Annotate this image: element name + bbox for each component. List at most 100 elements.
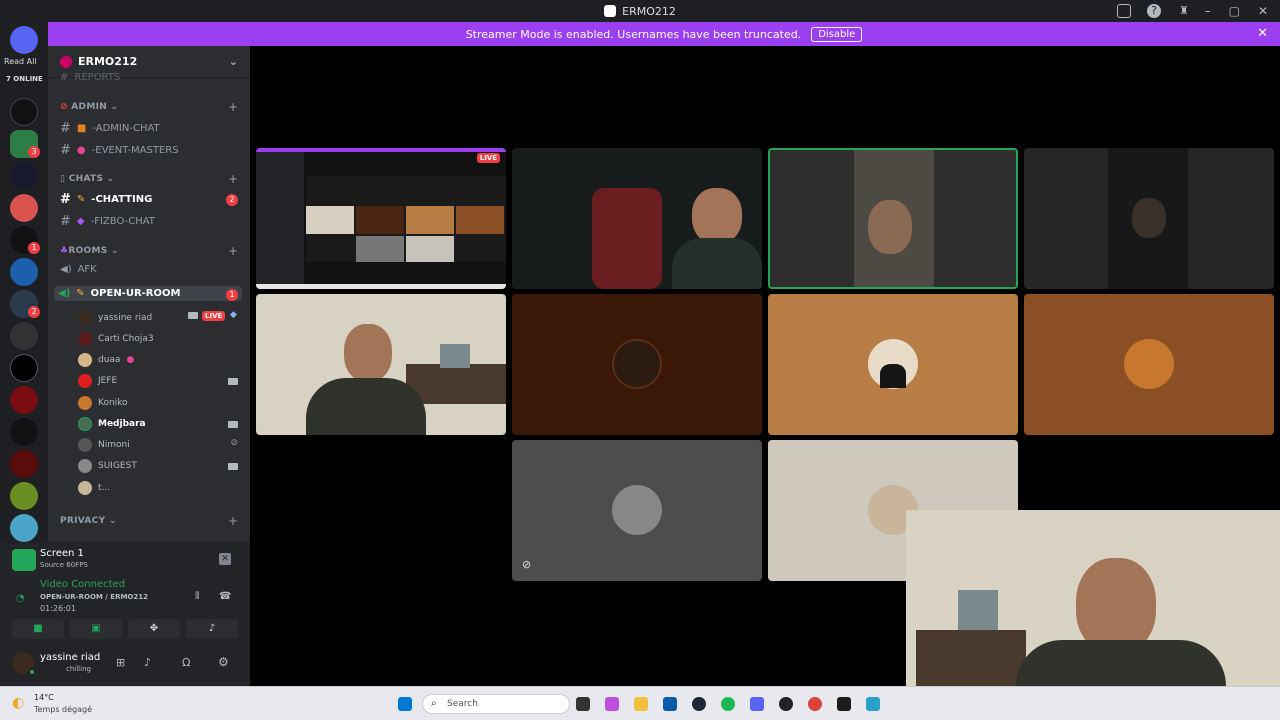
channel-admin-chat[interactable]: # ■ -ADMIN-CHAT <box>60 121 160 136</box>
screen-share-button[interactable]: ▣ <box>70 619 122 639</box>
server-icon-9[interactable] <box>10 354 38 382</box>
activity-icon: ◆ <box>230 310 237 320</box>
shop-icon[interactable]: ♜ <box>1177 4 1191 18</box>
flag-background <box>592 188 662 289</box>
video-tile-webcam[interactable] <box>256 294 506 435</box>
voice-user[interactable]: SUIGEST <box>78 459 137 473</box>
server-icon-11[interactable] <box>10 418 38 446</box>
notepad-icon[interactable] <box>866 697 880 711</box>
category-admin[interactable]: ⊘ ADMIN ⌄ <box>60 102 118 112</box>
stream-thumb <box>406 236 454 262</box>
copilot-icon[interactable] <box>605 697 619 711</box>
voice-user[interactable]: Medjbara <box>78 417 146 431</box>
microphone-icon[interactable]: ♪ <box>144 656 151 669</box>
stream-tile-screen[interactable]: LIVE <box>256 148 506 289</box>
hash-icon: # <box>60 214 71 229</box>
voice-user[interactable]: Koniko <box>78 396 128 410</box>
voice-user-name: Medjbara <box>98 419 146 429</box>
category-rooms[interactable]: ♣ROOMS ⌄ <box>60 246 119 256</box>
server-fizbo-icon[interactable] <box>10 98 38 126</box>
inbox-icon[interactable] <box>1117 4 1131 18</box>
avatar-tile[interactable] <box>1024 294 1274 435</box>
close-banner-icon[interactable]: ✕ <box>1257 26 1268 41</box>
close-window-icon[interactable]: ✕ <box>1258 4 1268 18</box>
taskbar-search[interactable]: ⌕ Search <box>422 694 570 714</box>
server-icon-14[interactable] <box>10 514 38 542</box>
windows-taskbar: ◐ 14°C Temps dégagé ⌕ Search <box>0 686 1280 720</box>
store-icon[interactable] <box>663 697 677 711</box>
spotify-icon[interactable] <box>721 697 735 711</box>
windows-start-icon[interactable] <box>398 697 412 711</box>
person-face <box>344 324 392 382</box>
channel-label: -ADMIN-CHAT <box>92 123 160 134</box>
task-view-icon[interactable] <box>576 697 590 711</box>
voice-user[interactable]: t... <box>78 481 110 495</box>
signal-icon[interactable]: ◔ <box>16 593 25 604</box>
file-explorer-icon[interactable] <box>634 697 648 711</box>
voice-user[interactable]: duaa ● <box>78 353 134 367</box>
channel-event-masters[interactable]: # ● -EVENT-MASTERS <box>60 143 179 158</box>
server-icon-3[interactable] <box>10 162 38 190</box>
speaker-icon: ◀) <box>60 264 72 275</box>
minimize-icon[interactable]: – <box>1205 4 1211 18</box>
channel-label: OPEN-UR-ROOM <box>90 288 181 299</box>
lips-icon: ● <box>126 355 135 365</box>
avatar-tile[interactable] <box>512 294 762 435</box>
steam-icon[interactable] <box>692 697 706 711</box>
category-chats[interactable]: ▯ CHATS ⌄ <box>60 174 115 184</box>
add-channel-icon[interactable]: + <box>228 100 238 114</box>
add-channel-icon[interactable]: + <box>228 244 238 258</box>
server-icon-8[interactable] <box>10 322 38 350</box>
banner-text: Streamer Mode is enabled. Usernames have… <box>465 27 802 41</box>
stop-stream-icon[interactable]: ✕ <box>219 553 231 565</box>
discord-taskbar-icon[interactable] <box>750 697 764 711</box>
add-channel-icon[interactable]: + <box>228 514 238 528</box>
app-icon[interactable] <box>779 697 793 711</box>
video-tile-user[interactable] <box>512 148 762 289</box>
video-tile-dark[interactable] <box>1024 148 1274 289</box>
help-icon[interactable]: ? <box>1147 4 1161 18</box>
voice-user[interactable]: Nimoni <box>78 438 130 452</box>
add-channel-icon[interactable]: + <box>228 172 238 186</box>
server-icon-4[interactable] <box>10 194 38 222</box>
voice-user[interactable]: Carti Choja3 <box>78 332 154 346</box>
channel-emoji-icon: ● <box>76 145 86 156</box>
server-icon-6[interactable] <box>10 258 38 286</box>
noise-suppression-icon[interactable]: ⦀ <box>195 591 199 602</box>
category-label: CHATS <box>68 174 104 184</box>
discord-home-icon[interactable] <box>10 26 38 54</box>
avatar-tile[interactable] <box>768 294 1018 435</box>
avatar-tile[interactable]: ⊘ <box>512 440 762 581</box>
server-icon-13[interactable] <box>10 482 38 510</box>
xbox-icon[interactable] <box>837 697 851 711</box>
channel-fizbo-chat[interactable]: # ◆ -FIZBO-CHAT <box>60 214 155 229</box>
camera-button[interactable]: ■ <box>12 619 64 639</box>
disconnect-icon[interactable]: ☎ <box>219 591 231 602</box>
channel-afk[interactable]: ◀) AFK <box>60 264 97 275</box>
avatar <box>78 396 92 410</box>
activities-button[interactable]: ✥ <box>128 619 180 639</box>
gamepad-icon[interactable]: ⊞ <box>116 656 125 669</box>
channel-reports[interactable]: # REPORTS <box>60 72 120 83</box>
channel-chatting[interactable]: # ✎ -CHATTING <box>60 192 152 207</box>
chrome-icon[interactable] <box>808 697 822 711</box>
server-icon-10[interactable] <box>10 386 38 414</box>
channel-open-ur-room[interactable]: ◀) ✎ OPEN-UR-ROOM <box>54 286 242 301</box>
soundboard-button[interactable]: ♪ <box>186 619 238 639</box>
server-icon-12[interactable] <box>10 450 38 478</box>
chevron-down-icon[interactable]: ⌄ <box>229 55 238 68</box>
speaker-icon: ◀) <box>58 288 71 299</box>
settings-gear-icon[interactable]: ⚙ <box>218 655 229 669</box>
voice-user-name: SUIGEST <box>98 461 137 471</box>
maximize-icon[interactable]: ▢ <box>1229 4 1240 18</box>
weather-icon[interactable]: ◐ <box>12 695 24 711</box>
category-privacy[interactable]: PRIVACY ⌄ <box>60 516 117 526</box>
headphones-icon[interactable]: Ω <box>182 656 190 669</box>
video-tile-speaking[interactable] <box>768 148 1018 289</box>
stream-title: Screen 1 <box>40 548 84 559</box>
voice-user[interactable]: JEFE <box>78 374 117 388</box>
disable-button[interactable]: Disable <box>811 26 863 42</box>
camera-icon <box>228 421 238 428</box>
read-all-button[interactable]: Read All <box>4 57 37 66</box>
voice-user[interactable]: yassine riad <box>78 311 152 325</box>
